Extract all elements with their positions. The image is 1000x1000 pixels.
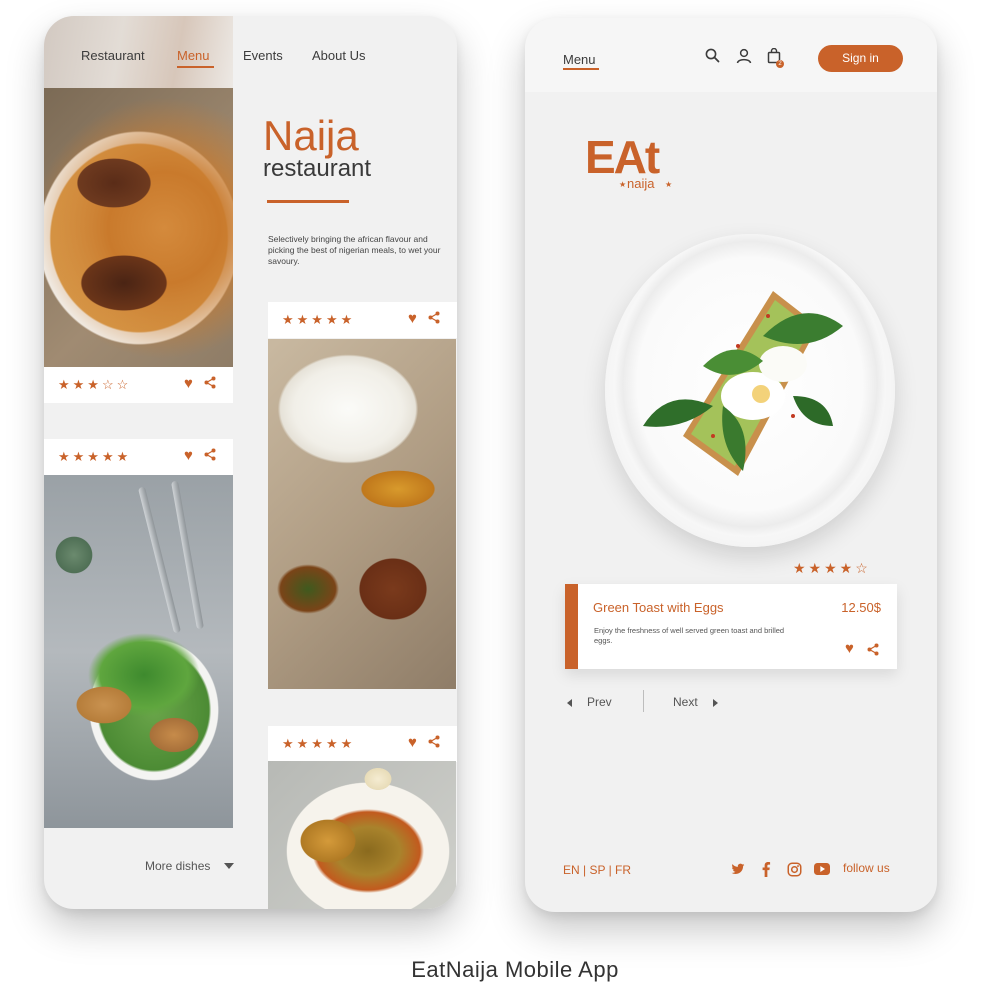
user-icon[interactable] xyxy=(736,48,752,64)
star-icon: ★ xyxy=(665,180,673,189)
page-caption: EatNaija Mobile App xyxy=(411,957,619,982)
fork-shape xyxy=(137,486,182,634)
eat-naija-logo: EAt ★ naija ★ xyxy=(583,130,703,200)
rating-stars: ★★★★★ xyxy=(58,449,132,464)
share-icon[interactable] xyxy=(867,643,879,656)
sign-in-button[interactable]: Sign in xyxy=(818,45,903,72)
dish-description: Enjoy the freshness of well served green… xyxy=(594,626,785,645)
logo-sub-text: naija xyxy=(627,176,655,191)
heart-icon[interactable]: ♥ xyxy=(408,310,417,327)
share-icon[interactable] xyxy=(428,735,440,748)
hero-description: Selectively bringing the african flavour… xyxy=(268,234,441,266)
facebook-icon[interactable] xyxy=(760,862,772,877)
app-header: Menu 2 Sign in xyxy=(525,18,937,92)
rating-stars: ★★★☆☆ xyxy=(58,377,132,392)
prev-arrow-icon[interactable] xyxy=(567,699,572,707)
search-icon[interactable] xyxy=(705,48,720,63)
green-toast-image xyxy=(643,291,843,476)
nav-menu[interactable]: Menu xyxy=(177,48,210,63)
dish-name: Green Toast with Eggs xyxy=(593,600,724,615)
nav-events[interactable]: Events xyxy=(243,48,283,63)
more-dishes-link[interactable]: More dishes xyxy=(145,859,210,873)
prev-button[interactable]: Prev xyxy=(587,695,612,709)
left-phone-screen: Restaurant Menu Events About Us ★★★☆☆ ♥ … xyxy=(44,16,457,909)
next-button[interactable]: Next xyxy=(673,695,698,709)
dish-card-bar-2: ★★★★★ ♥ xyxy=(268,302,457,338)
featured-rating-stars: ★★★★☆ xyxy=(793,560,871,576)
nav-about-us[interactable]: About Us xyxy=(312,48,365,63)
dish-card-bar-3: ★★★★★ ♥ xyxy=(44,439,233,475)
dish-image-egusi[interactable] xyxy=(268,761,456,909)
dish-image-jollof[interactable] xyxy=(44,88,233,371)
instagram-icon[interactable] xyxy=(787,862,802,877)
rating-stars: ★★★★★ xyxy=(282,312,356,327)
caret-down-icon[interactable] xyxy=(224,863,234,869)
menu-link[interactable]: Menu xyxy=(563,52,596,67)
share-icon[interactable] xyxy=(204,448,216,461)
page-subtitle: restaurant xyxy=(263,155,372,182)
page-title: Naija xyxy=(263,112,359,159)
youtube-icon[interactable] xyxy=(814,862,830,876)
dish-card-bar-4: ★★★★★ ♥ xyxy=(268,726,457,762)
title-divider xyxy=(267,200,349,203)
dish-card-bar-1: ★★★☆☆ ♥ xyxy=(44,367,233,403)
main-nav: Restaurant Menu Events About Us xyxy=(44,16,457,88)
dish-image-salad[interactable] xyxy=(44,475,233,828)
heart-icon[interactable]: ♥ xyxy=(845,640,854,657)
next-arrow-icon[interactable] xyxy=(713,699,718,707)
dish-price: 12.50$ xyxy=(841,600,881,615)
fork-shape xyxy=(171,480,204,630)
nav-active-underline xyxy=(177,66,214,68)
card-accent-bar xyxy=(565,584,578,669)
pager-divider xyxy=(643,690,644,712)
heart-icon[interactable]: ♥ xyxy=(184,375,193,392)
share-icon[interactable] xyxy=(428,311,440,324)
cart-count-badge: 2 xyxy=(776,60,784,68)
heart-icon[interactable]: ♥ xyxy=(184,447,193,464)
follow-us-label: follow us xyxy=(843,861,890,875)
heart-icon[interactable]: ♥ xyxy=(408,734,417,751)
right-phone-screen: Menu 2 Sign in EAt ★ naija ★ ★★★★☆ Green… xyxy=(525,18,937,912)
dish-image-rice-chicken[interactable] xyxy=(268,339,456,689)
twitter-icon[interactable] xyxy=(731,862,745,876)
menu-underline xyxy=(563,68,599,70)
star-icon: ★ xyxy=(619,180,627,189)
rating-stars: ★★★★★ xyxy=(282,736,356,751)
stage: Restaurant Menu Events About Us ★★★☆☆ ♥ … xyxy=(0,0,1000,1000)
nav-restaurant[interactable]: Restaurant xyxy=(81,48,145,63)
share-icon[interactable] xyxy=(204,376,216,389)
language-switcher[interactable]: EN | SP | FR xyxy=(563,863,631,877)
featured-dish-card[interactable]: Green Toast with Eggs 12.50$ Enjoy the f… xyxy=(565,584,897,669)
